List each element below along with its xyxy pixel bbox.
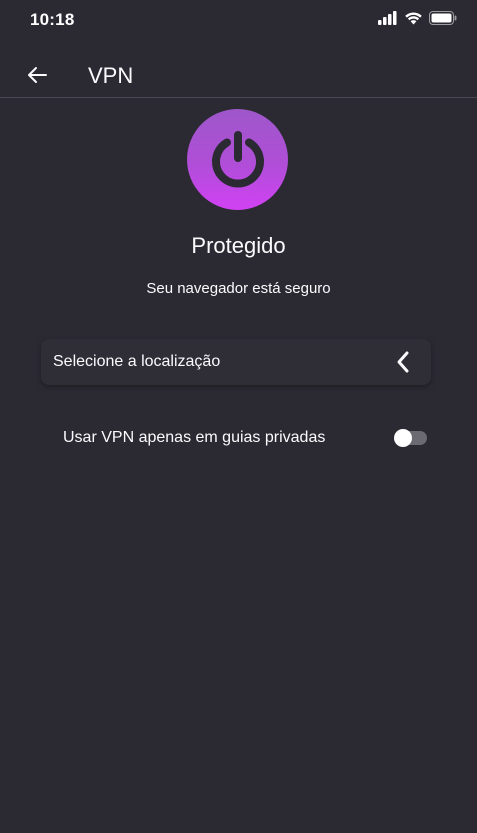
select-location-button[interactable]: Selecione a localização bbox=[41, 339, 431, 385]
page-title: VPN bbox=[88, 63, 134, 88]
toggle-knob bbox=[394, 429, 412, 447]
back-button[interactable] bbox=[24, 62, 50, 88]
vpn-status-subtitle: Seu navegador está seguro bbox=[146, 280, 331, 297]
chevron-left-icon bbox=[397, 351, 409, 373]
status-bar: 10:18 bbox=[0, 0, 477, 40]
battery-icon bbox=[429, 11, 457, 25]
private-tabs-label: Usar VPN apenas em guias privadas bbox=[63, 429, 326, 446]
vpn-power-button[interactable] bbox=[187, 109, 288, 210]
header: VPN bbox=[0, 48, 477, 98]
select-location-label: Selecione a localização bbox=[53, 353, 221, 370]
vpn-status-title: Protegido bbox=[191, 233, 286, 258]
signal-icon bbox=[378, 11, 397, 25]
private-tabs-toggle[interactable] bbox=[394, 429, 427, 447]
wifi-icon bbox=[405, 12, 422, 25]
power-icon bbox=[211, 130, 264, 188]
back-arrow-icon bbox=[28, 67, 47, 83]
status-icons bbox=[378, 11, 457, 25]
status-time: 10:18 bbox=[30, 10, 75, 29]
private-tabs-row: Usar VPN apenas em guias privadas bbox=[0, 420, 477, 456]
